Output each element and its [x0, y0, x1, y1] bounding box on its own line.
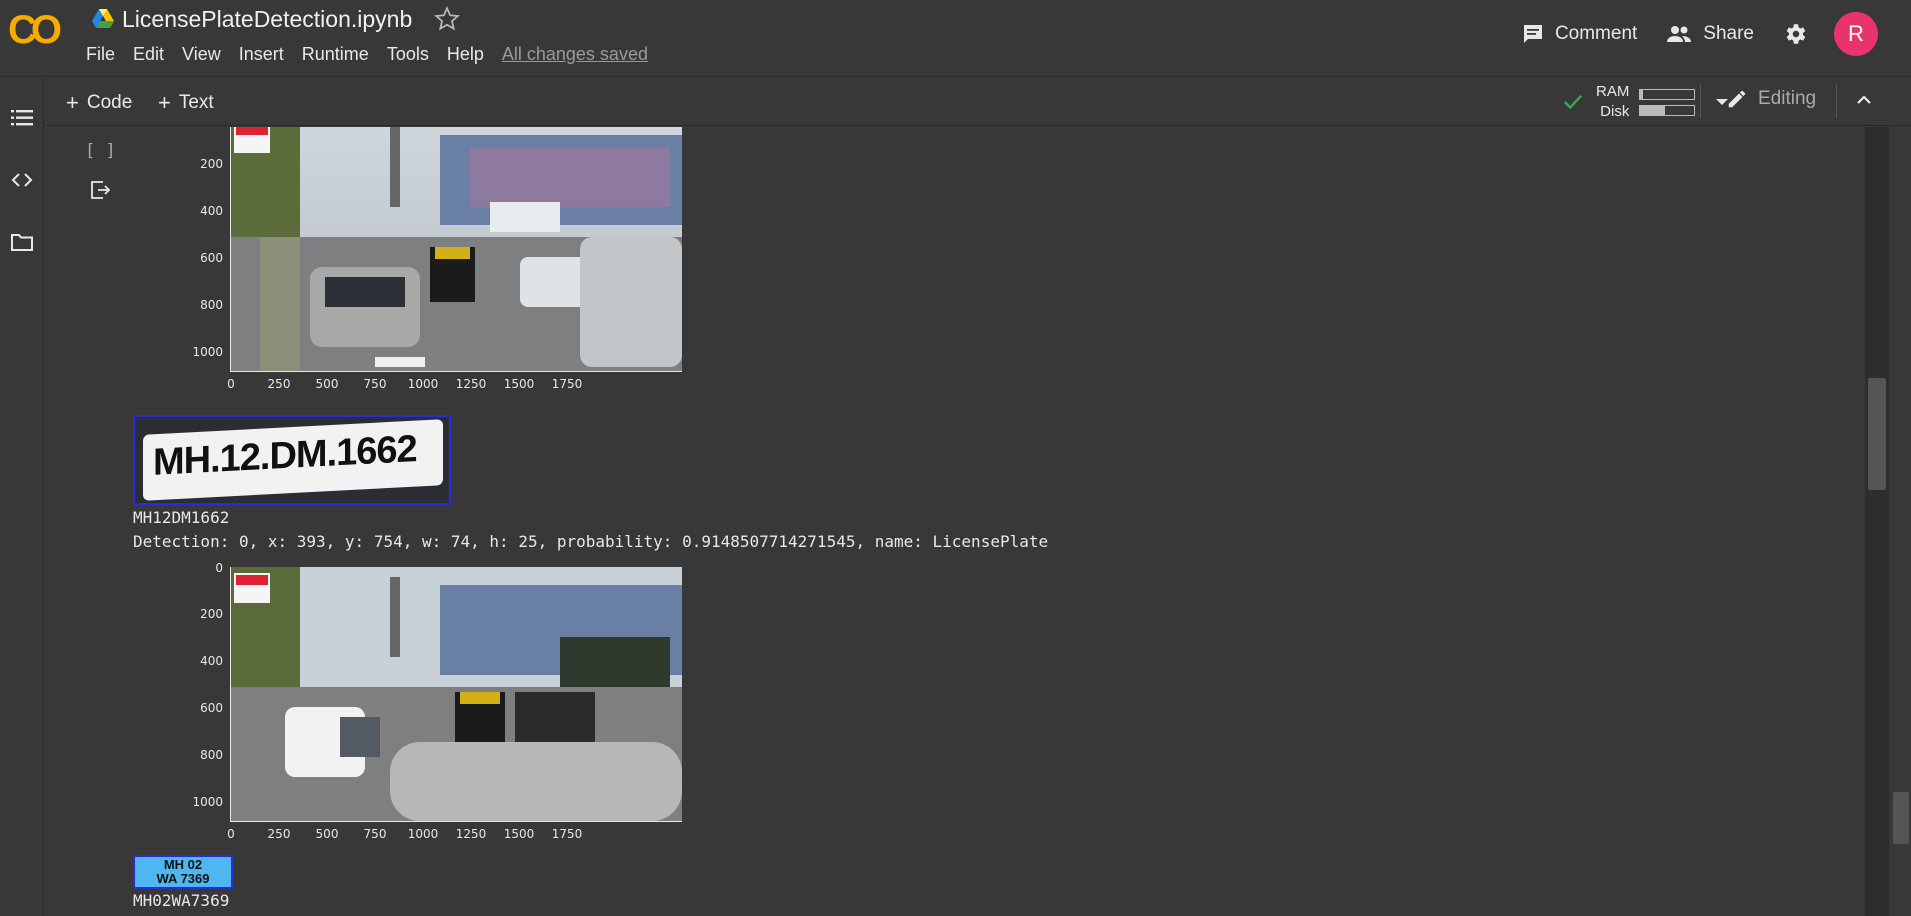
- title-row: LicensePlateDetection.ipynb: [92, 4, 461, 34]
- x-tick-label: 1750: [551, 377, 583, 391]
- detection-info-1: Detection: 0, x: 393, y: 754, w: 74, h: …: [133, 532, 1049, 551]
- ocr-result-2: MH02WA7369: [133, 891, 230, 910]
- plate-text-2-line-2: WA 7369: [156, 871, 210, 886]
- avatar[interactable]: R: [1834, 12, 1878, 56]
- x-tick-label: 750: [363, 827, 387, 841]
- plate-crop-2: MH 02 WA 7369: [133, 855, 233, 889]
- x-tick-label: 250: [267, 377, 291, 391]
- y-tick-label: 0: [215, 561, 223, 575]
- y-axis: [230, 567, 231, 821]
- comment-label: Comment: [1554, 23, 1638, 44]
- left-sidebar: [0, 78, 44, 916]
- x-tick-label: 250: [267, 827, 291, 841]
- header-actions: Comment Share R: [1521, 12, 1911, 56]
- x-tick-label: 1250: [455, 827, 487, 841]
- x-tick-label: 1000: [407, 827, 439, 841]
- resource-monitor[interactable]: RAM Disk: [1562, 82, 1729, 122]
- x-tick-label: 0: [227, 827, 235, 841]
- folder-icon[interactable]: [8, 228, 36, 256]
- star-icon[interactable]: [434, 6, 461, 32]
- x-tick-label: 500: [315, 827, 339, 841]
- notebook-toolbar: + Code + Text RAM Disk Editing: [44, 78, 1911, 126]
- ram-bar: [1639, 88, 1696, 100]
- comment-icon: [1523, 25, 1542, 43]
- people-icon: [1667, 26, 1692, 42]
- disk-label: Disk: [1600, 103, 1630, 120]
- checkmark-icon: [1563, 94, 1583, 110]
- y-tick-label: 800: [200, 748, 223, 762]
- y-tick-label: 1000: [192, 795, 223, 809]
- traffic-image-2: [230, 567, 682, 821]
- share-label: Share: [1703, 23, 1754, 44]
- y-tick-label: 600: [200, 701, 223, 715]
- toolbar-divider: [1700, 84, 1701, 118]
- editing-mode-button[interactable]: Editing: [1726, 88, 1816, 110]
- app-header: CO LicensePlateDetection.ipynb File Edit…: [0, 0, 1911, 77]
- x-tick-label: 0: [227, 377, 235, 391]
- colab-logo[interactable]: CO: [8, 10, 68, 50]
- add-code-button[interactable]: + Code: [66, 90, 132, 116]
- x-tick-label: 1750: [551, 827, 583, 841]
- y-axis: [230, 127, 231, 371]
- notebook-title[interactable]: LicensePlateDetection.ipynb: [122, 6, 412, 33]
- gear-icon[interactable]: [1782, 21, 1808, 47]
- save-status[interactable]: All changes saved: [502, 44, 648, 65]
- x-tick-label: 500: [315, 377, 339, 391]
- x-tick-label: 1500: [503, 377, 535, 391]
- chevron-up-icon[interactable]: [1854, 90, 1874, 110]
- add-text-label: Text: [178, 92, 214, 113]
- menu-tools[interactable]: Tools: [387, 44, 429, 65]
- page-scrollbar-thumb[interactable]: [1893, 792, 1909, 844]
- resource-bars: [1639, 84, 1696, 121]
- traffic-image-1: [230, 127, 682, 371]
- pencil-icon: [1728, 90, 1746, 108]
- resource-labels: RAM Disk: [1596, 82, 1629, 122]
- comment-button[interactable]: Comment: [1521, 22, 1637, 46]
- plus-icon: +: [158, 90, 171, 115]
- ram-bar-fill: [1640, 89, 1644, 99]
- x-axis: [230, 371, 682, 372]
- y-tick-label: 200: [200, 157, 223, 171]
- editing-label: Editing: [1758, 88, 1817, 109]
- google-drive-icon: [92, 9, 114, 28]
- toolbar-divider: [1836, 84, 1837, 118]
- menu-bar: File Edit View Insert Runtime Tools Help…: [86, 44, 666, 65]
- y-tick-label: 1000: [192, 345, 223, 359]
- x-tick-label: 1000: [407, 377, 439, 391]
- plate-crop-1: MH.12.DM.1662: [133, 415, 451, 505]
- traffic-image-plot-2: 0 200 400 600 800 1000 0 250 500 750 100…: [85, 561, 685, 867]
- x-tick-label: 1500: [503, 827, 535, 841]
- y-tick-label: 800: [200, 298, 223, 312]
- scrollbar-track[interactable]: [1865, 127, 1889, 916]
- share-button[interactable]: Share: [1665, 22, 1754, 46]
- y-tick-label: 400: [200, 654, 223, 668]
- menu-edit[interactable]: Edit: [133, 44, 164, 65]
- menu-runtime[interactable]: Runtime: [302, 44, 369, 65]
- scrollbar-thumb[interactable]: [1868, 378, 1886, 490]
- ocr-result-1: MH12DM1662: [133, 508, 230, 527]
- menu-view[interactable]: View: [182, 44, 221, 65]
- add-code-label: Code: [86, 92, 133, 113]
- y-tick-label: 600: [200, 251, 223, 265]
- plus-icon: +: [66, 90, 79, 115]
- x-tick-label: 750: [363, 377, 387, 391]
- code-snippets-icon[interactable]: [8, 166, 36, 194]
- x-tick-label: 1250: [455, 377, 487, 391]
- notebook-content: [ ] 0 200 400: [45, 127, 1865, 916]
- disk-bar: [1639, 104, 1696, 116]
- plate-text-2: MH 02 WA 7369: [135, 858, 231, 886]
- menu-file[interactable]: File: [86, 44, 115, 65]
- menu-insert[interactable]: Insert: [239, 44, 284, 65]
- table-of-contents-icon[interactable]: [8, 104, 36, 132]
- y-tick-label: 400: [200, 204, 223, 218]
- menu-help[interactable]: Help: [447, 44, 484, 65]
- plate-text-2-line-1: MH 02: [163, 857, 203, 872]
- y-tick-label: 200: [200, 607, 223, 621]
- add-text-button[interactable]: + Text: [158, 90, 214, 116]
- ram-label: RAM: [1596, 83, 1630, 100]
- x-axis: [230, 821, 682, 822]
- disk-bar-fill: [1640, 105, 1665, 115]
